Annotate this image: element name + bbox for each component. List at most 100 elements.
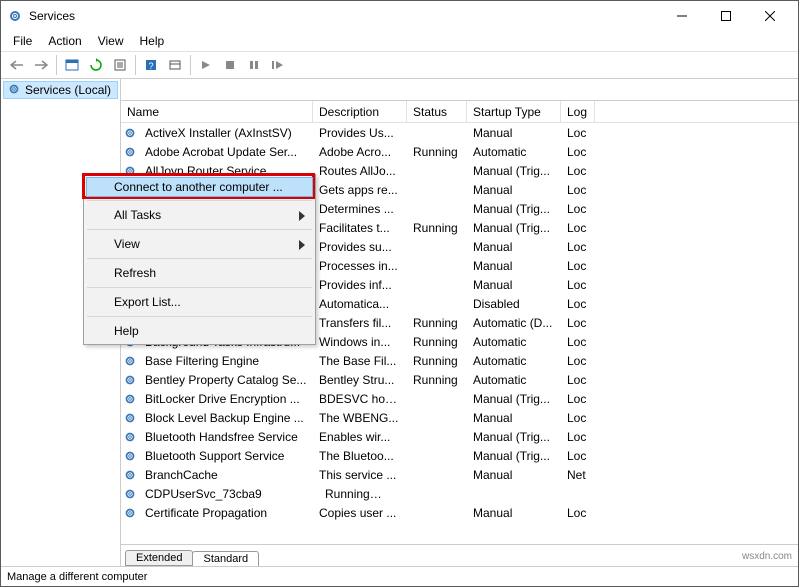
service-description: Provides su...: [313, 238, 407, 256]
service-description: Provides Us...: [313, 124, 407, 142]
menu-bar: File Action View Help: [1, 31, 798, 51]
service-name: Bentley Property Catalog Se...: [139, 371, 313, 389]
service-row[interactable]: Base Filtering EngineThe Base Fil...Runn…: [121, 351, 798, 370]
service-status: [407, 397, 467, 401]
context-menu-item[interactable]: View: [86, 233, 313, 255]
tree-node-services-local[interactable]: Services (Local): [3, 81, 118, 99]
service-description: Copies user ...: [313, 504, 407, 522]
minimize-button[interactable]: [660, 2, 704, 31]
service-logon: Loc: [561, 200, 595, 218]
context-menu-item[interactable]: Connect to another computer ...: [86, 177, 313, 197]
service-startup: Automatic: [467, 143, 561, 161]
title-bar: Services: [1, 1, 798, 31]
stop-service-button[interactable]: [218, 54, 242, 76]
menu-file[interactable]: File: [7, 32, 38, 50]
service-row[interactable]: CDPUserSvc_73cba9RunningAutomaticLoc: [121, 484, 798, 503]
col-header-name[interactable]: Name: [121, 101, 313, 122]
service-logon: Loc: [561, 181, 595, 199]
submenu-arrow-icon: [299, 239, 305, 253]
tab-standard[interactable]: Standard: [192, 551, 259, 566]
pause-service-button[interactable]: [242, 54, 266, 76]
col-header-logon[interactable]: Log: [561, 101, 595, 122]
context-menu-item[interactable]: Export List...: [86, 291, 313, 313]
service-startup: Automatic: [467, 371, 561, 389]
service-logon: Loc: [561, 276, 595, 294]
service-logon: Loc: [561, 428, 595, 446]
service-status: Running: [407, 219, 467, 237]
service-row[interactable]: Bluetooth Support ServiceThe Bluetoo...M…: [121, 446, 798, 465]
service-description: Automatica...: [313, 295, 407, 313]
service-row[interactable]: Certificate PropagationCopies user ...Ma…: [121, 503, 798, 522]
app-icon: [7, 8, 23, 24]
gear-icon: [121, 411, 139, 425]
service-logon: Loc: [561, 409, 595, 427]
show-hide-tree-button[interactable]: [60, 54, 84, 76]
service-description: The Bluetoo...: [313, 447, 407, 465]
window-title: Services: [29, 9, 660, 23]
service-status: [407, 473, 467, 477]
back-button[interactable]: [5, 54, 29, 76]
service-logon: Loc: [561, 333, 595, 351]
close-button[interactable]: [748, 2, 792, 31]
gear-icon: [121, 449, 139, 463]
service-logon: Loc: [561, 238, 595, 256]
service-logon: Loc: [561, 314, 595, 332]
properties-button[interactable]: [163, 54, 187, 76]
refresh-button[interactable]: [84, 54, 108, 76]
service-description: Gets apps re...: [313, 181, 407, 199]
service-startup: Automatic: [467, 333, 561, 351]
service-description: Processes in...: [313, 257, 407, 275]
service-logon: Loc: [561, 219, 595, 237]
service-description: Provides inf...: [313, 276, 407, 294]
service-row[interactable]: Block Level Backup Engine ...The WBENG..…: [121, 408, 798, 427]
gear-icon: [121, 430, 139, 444]
export-list-button[interactable]: [108, 54, 132, 76]
service-logon: Loc: [561, 162, 595, 180]
maximize-button[interactable]: [704, 2, 748, 31]
service-name: Bluetooth Handsfree Service: [139, 428, 313, 446]
menu-action[interactable]: Action: [42, 32, 87, 50]
body: Services (Local) Name Description Status…: [1, 79, 798, 566]
service-status: [407, 169, 467, 173]
col-header-description[interactable]: Description: [313, 101, 407, 122]
gear-icon: [121, 354, 139, 368]
service-status: [407, 131, 467, 135]
toolbar: ?: [1, 51, 798, 79]
help-button[interactable]: ?: [139, 54, 163, 76]
forward-button[interactable]: [29, 54, 53, 76]
service-startup: Disabled: [467, 295, 561, 313]
service-description: The WBENG...: [313, 409, 407, 427]
status-text: Manage a different computer: [7, 571, 147, 583]
col-header-status[interactable]: Status: [407, 101, 467, 122]
gear-icon: [121, 373, 139, 387]
service-logon: Loc: [561, 447, 595, 465]
gear-icon: [121, 145, 139, 159]
menu-view[interactable]: View: [92, 32, 130, 50]
service-row[interactable]: BranchCacheThis service ...ManualNet: [121, 465, 798, 484]
service-row[interactable]: Bluetooth Handsfree ServiceEnables wir..…: [121, 427, 798, 446]
menu-help[interactable]: Help: [134, 32, 171, 50]
service-startup: Automatic: [467, 352, 561, 370]
context-menu-item[interactable]: Refresh: [86, 262, 313, 284]
service-startup: Manual: [467, 257, 561, 275]
service-row[interactable]: Adobe Acrobat Update Ser...Adobe Acro...…: [121, 142, 798, 161]
service-row[interactable]: Bentley Property Catalog Se...Bentley St…: [121, 370, 798, 389]
service-status: Running: [407, 314, 467, 332]
tab-extended[interactable]: Extended: [125, 550, 193, 566]
detail-panel: [121, 79, 798, 101]
gear-icon: [7, 82, 21, 99]
restart-service-button[interactable]: [266, 54, 290, 76]
service-name: Block Level Backup Engine ...: [139, 409, 313, 427]
service-startup: Automatic (D...: [467, 314, 561, 332]
context-menu-item[interactable]: Help: [86, 320, 313, 342]
service-name: Adobe Acrobat Update Ser...: [139, 143, 313, 161]
service-row[interactable]: BitLocker Drive Encryption ...BDESVC hos…: [121, 389, 798, 408]
service-row[interactable]: ActiveX Installer (AxInstSV)Provides Us.…: [121, 123, 798, 142]
service-logon: Loc: [561, 352, 595, 370]
tree-node-label: Services (Local): [25, 83, 111, 97]
start-service-button[interactable]: [194, 54, 218, 76]
service-status: Running: [407, 352, 467, 370]
col-header-startup[interactable]: Startup Type: [467, 101, 561, 122]
context-menu-item[interactable]: All Tasks: [86, 204, 313, 226]
service-logon: Loc: [561, 504, 595, 522]
